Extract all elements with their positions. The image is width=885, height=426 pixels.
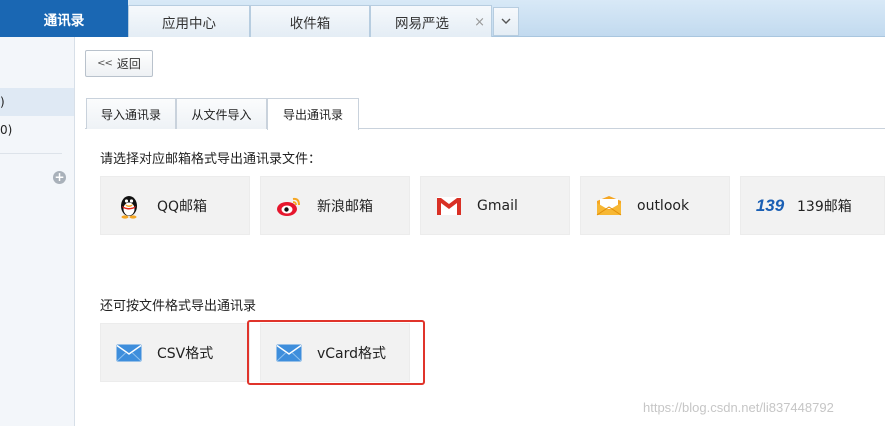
- export-sina-mail-option[interactable]: 新浪邮箱: [260, 176, 410, 235]
- sidebar-item-label: ): [0, 95, 5, 109]
- tab-label: 导入通讯录: [100, 107, 161, 122]
- export-qq-mail-option[interactable]: QQ邮箱: [100, 176, 250, 235]
- back-button-label: 返回: [116, 57, 141, 71]
- tab-label: 从文件导入: [191, 107, 252, 122]
- tab-import-contacts[interactable]: 导入通讯录: [86, 98, 176, 129]
- double-chevron-left-icon: <<: [97, 58, 113, 69]
- tab-app-center[interactable]: 应用中心: [128, 5, 250, 37]
- close-icon[interactable]: ×: [474, 15, 485, 30]
- tab-label: 导出通讯录: [282, 108, 343, 122]
- contacts-subtabs: 导入通讯录 从文件导入 导出通讯录: [85, 98, 885, 130]
- divider: [0, 153, 62, 154]
- qq-penguin-icon: [116, 194, 142, 219]
- option-label: CSV格式: [157, 345, 214, 362]
- watermark: https://blog.csdn.net/li837448792: [643, 400, 834, 415]
- tab-inbox[interactable]: 收件箱: [250, 5, 370, 37]
- option-label: outlook: [637, 197, 690, 214]
- gmail-icon: [436, 194, 462, 218]
- 139-logo-icon: 139: [755, 195, 785, 215]
- export-csv-option[interactable]: CSV格式: [100, 323, 250, 382]
- back-button[interactable]: << 返回: [85, 50, 153, 77]
- tab-label: 网易严选: [395, 15, 449, 32]
- outlook-envelope-icon: [596, 194, 622, 218]
- export-file-prompt: 还可按文件格式导出通讯录: [100, 299, 257, 314]
- envelope-icon: [116, 341, 142, 365]
- sidebar: ) 0) +: [0, 37, 75, 426]
- top-tab-bar: 通讯录 应用中心 收件箱 网易严选 ×: [0, 0, 885, 37]
- option-label: 新浪邮箱: [317, 198, 373, 215]
- tab-label: 收件箱: [289, 15, 331, 32]
- tab-label: 通讯录: [43, 13, 85, 29]
- sina-weibo-icon: [276, 194, 302, 218]
- tab-contacts[interactable]: 通讯录: [0, 0, 128, 37]
- tab-label: 应用中心: [162, 15, 216, 32]
- add-group-icon[interactable]: +: [53, 171, 66, 184]
- export-139-mail-option[interactable]: 139 139邮箱: [740, 176, 885, 235]
- sidebar-item[interactable]: 0): [0, 116, 74, 144]
- chevron-down-icon[interactable]: [493, 7, 519, 36]
- export-mailbox-prompt: 请选择对应邮箱格式导出通讯录文件：: [100, 152, 322, 167]
- option-label: QQ邮箱: [157, 198, 208, 215]
- vcard-highlight-box: [247, 320, 425, 385]
- tab-import-from-file[interactable]: 从文件导入: [176, 98, 267, 129]
- export-gmail-option[interactable]: Gmail: [420, 176, 570, 235]
- sidebar-item-label: 0): [0, 123, 13, 137]
- option-label: Gmail: [477, 197, 518, 214]
- export-outlook-option[interactable]: outlook: [580, 176, 730, 235]
- tab-netease-yanxuan[interactable]: 网易严选 ×: [370, 5, 492, 37]
- sidebar-item[interactable]: ): [0, 88, 74, 116]
- tab-export-contacts[interactable]: 导出通讯录: [267, 98, 359, 130]
- option-label: 139邮箱: [797, 198, 852, 215]
